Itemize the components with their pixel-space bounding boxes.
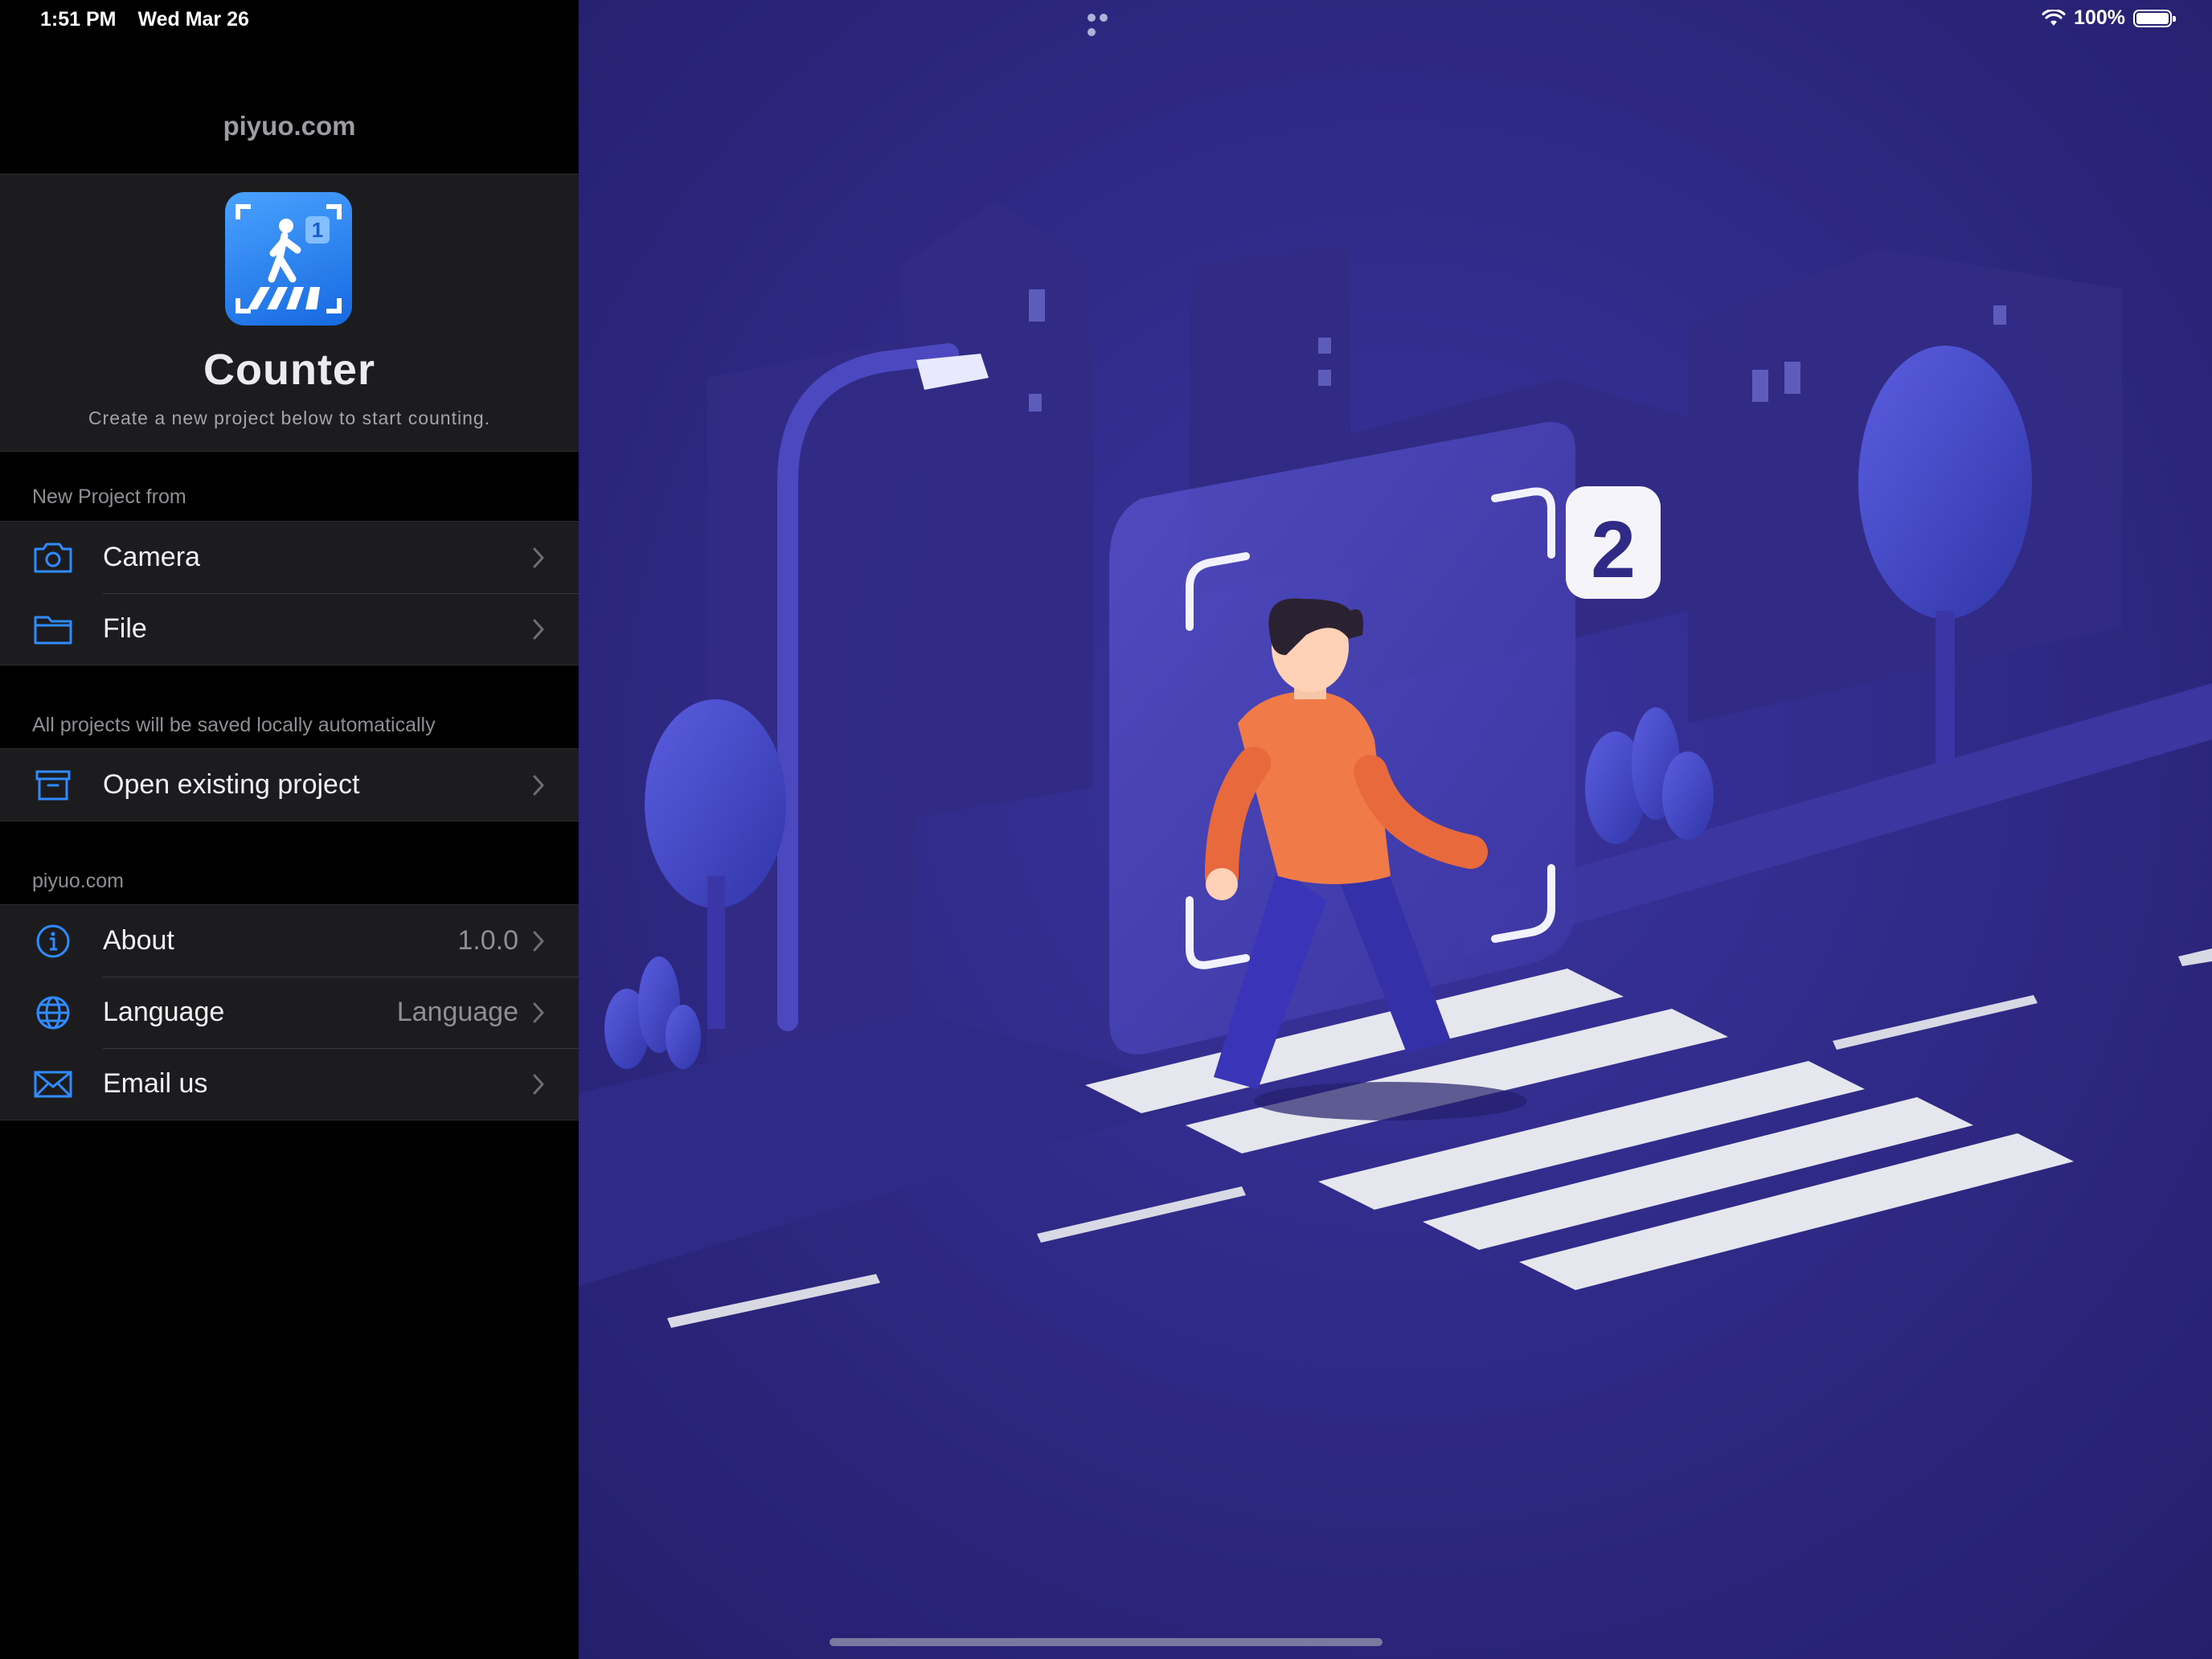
status-bar-right: 100%: [2042, 6, 2176, 30]
app-header-card: 1 Counter Create a new project below to …: [0, 174, 579, 452]
chevron-right-icon: [533, 931, 544, 952]
new-project-section-label: New Project from: [32, 485, 186, 508]
chevron-right-icon: [533, 1074, 544, 1095]
archive-icon: [35, 770, 71, 801]
battery-icon: [2133, 9, 2176, 27]
count-badge: 2: [1591, 505, 1636, 595]
version-value: 1.0.0: [457, 925, 518, 956]
language-row[interactable]: Language Language: [0, 977, 579, 1048]
status-bar-left: 1:51 PM Wed Mar 26: [40, 8, 265, 31]
existing-section-label: All projects will be saved locally autom…: [32, 714, 436, 736]
status-date: Wed Mar 26: [137, 8, 249, 31]
sidebar: piyuo.com 1 Counter Create a new project…: [0, 0, 579, 1659]
camera-icon: [34, 543, 72, 573]
file-row[interactable]: File: [0, 593, 579, 665]
chevron-right-icon: [533, 619, 544, 640]
status-time: 1:51 PM: [40, 8, 117, 31]
site-title: piyuo.com: [223, 111, 356, 141]
chevron-right-icon: [533, 775, 544, 796]
wifi-icon: [2042, 9, 2066, 26]
about-label: About: [103, 925, 174, 956]
language-value: Language: [396, 997, 518, 1027]
open-existing-project-row[interactable]: Open existing project: [0, 749, 579, 821]
language-label: Language: [103, 997, 225, 1027]
camera-row[interactable]: Camera: [0, 522, 579, 593]
app-logo-icon: 1: [225, 192, 352, 326]
chevron-right-icon: [533, 547, 544, 568]
new-project-group: Camera File: [0, 521, 579, 666]
crosswalk-illustration: 2: [579, 0, 2212, 1659]
camera-label: Camera: [103, 542, 200, 572]
about-row[interactable]: About 1.0.0: [0, 905, 579, 977]
open-existing-project-label: Open existing project: [103, 769, 360, 800]
multitasking-dots[interactable]: [1088, 11, 1123, 36]
envelope-icon: [34, 1071, 72, 1098]
globe-icon: [36, 996, 70, 1030]
info-section-label: piyuo.com: [32, 870, 124, 892]
app-name: Counter: [203, 346, 375, 394]
chevron-right-icon: [533, 1002, 544, 1023]
svg-text:1: 1: [312, 218, 323, 242]
home-indicator[interactable]: [830, 1638, 1382, 1646]
email-us-row[interactable]: Email us: [0, 1048, 579, 1120]
battery-percent: 100%: [2074, 6, 2125, 29]
existing-project-group: Open existing project: [0, 748, 579, 821]
folder-icon: [34, 616, 72, 645]
file-label: File: [103, 613, 147, 644]
info-group: About 1.0.0 Language Language Email us: [0, 904, 579, 1120]
email-us-label: Email us: [103, 1068, 208, 1099]
info-icon: [36, 924, 70, 958]
app-tagline: Create a new project below to start coun…: [88, 408, 491, 428]
